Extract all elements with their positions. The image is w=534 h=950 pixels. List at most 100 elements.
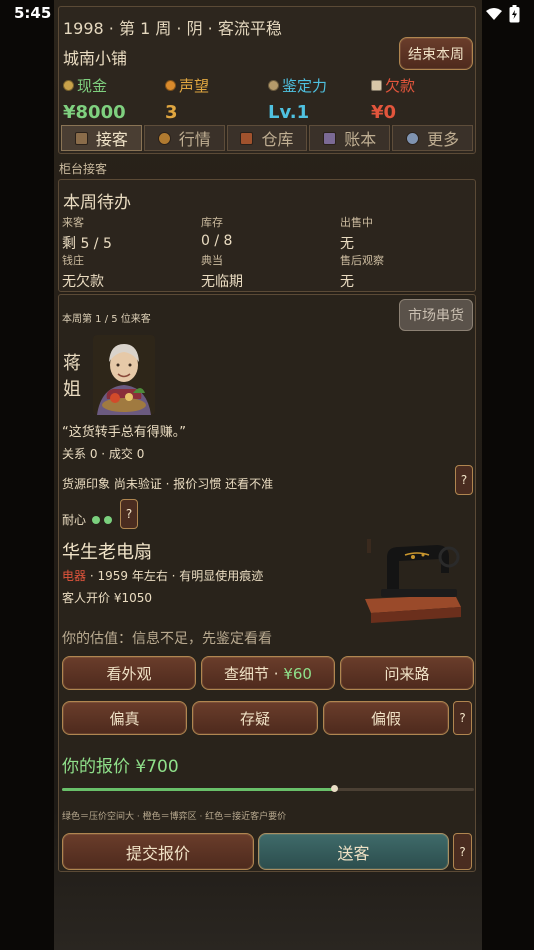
market-icon [157, 131, 171, 145]
item-description: 电器 · 1959 年左右 · 有明显使用痕迹 [62, 567, 263, 584]
send-off-button[interactable]: 送客 [258, 833, 449, 870]
item-image [357, 533, 467, 625]
todo-visitors-key: 来客 [62, 216, 84, 229]
slider-legend: 绿色＝压价空间大 · 橙色＝博弈区 · 红色＝接近客户要价 [62, 812, 287, 822]
offer-slider-fill [62, 788, 334, 791]
shop-name: 城南小铺 [63, 49, 128, 68]
reputation-icon [165, 80, 176, 91]
coin-icon [63, 80, 74, 91]
stat-debt-label: 欠款 [385, 77, 416, 95]
bottom-actions: 提交报价 送客 ? [62, 833, 474, 871]
patience-dots [92, 515, 113, 524]
patience-label: 耐心 [62, 513, 87, 527]
judgement-actions: 偏真 存疑 偏假 ? [62, 701, 474, 735]
todo-inventory: 库存 0 / 8 [201, 214, 232, 249]
todo-selling: 出售中 无 [340, 214, 373, 253]
weekly-todo-panel: 本周待办 来客 剩 5 / 5 库存 0 / 8 出售中 无 钱庄 无欠款 典当… [58, 179, 476, 292]
inspect-details-label: 查细节 · ¥60 [224, 664, 312, 683]
todo-aftersale-key: 售后观察 [340, 254, 384, 267]
ask-provenance-button[interactable]: 问来路 [340, 656, 474, 690]
tab-ledger[interactable]: 账本 [309, 125, 391, 151]
item-name: 华生老电扇 [62, 542, 152, 563]
judge-doubtful-button[interactable]: 存疑 [192, 701, 318, 735]
tab-market-label: 行情 [178, 130, 211, 149]
visitor-counter: 本周第 1 / 5 位来客 [62, 314, 151, 325]
todo-bank: 钱庄 无欠款 [62, 252, 104, 291]
ledger-book-icon [323, 131, 337, 145]
tab-warehouse-label: 仓库 [261, 130, 294, 149]
inspect-details-button[interactable]: 查细节 · ¥60 [201, 656, 335, 690]
todo-title: 本周待办 [63, 193, 131, 213]
status-time: 5:45 [14, 4, 52, 22]
stat-debt-value: ¥0 [371, 102, 397, 123]
todo-bank-value: 无欠款 [62, 274, 104, 290]
impression-info: 货源印象 尚未验证 · 报价习惯 还看不准 [62, 477, 274, 491]
tab-market[interactable]: 行情 [143, 125, 225, 151]
stat-appraisal-label: 鉴定力 [282, 77, 328, 95]
main-tabs: 接客 行情 仓库 账本 更多 [61, 125, 473, 151]
stat-reputation-label: 声望 [179, 77, 210, 95]
todo-visitors-value: 剩 5 / 5 [62, 236, 112, 252]
status-icons [485, 5, 520, 23]
customer-portrait [93, 335, 155, 415]
patience-help-button[interactable]: ? [120, 499, 138, 529]
customer-name: 蒋姐 [63, 353, 81, 400]
bottom-help-button[interactable]: ? [453, 833, 472, 870]
inspect-actions: 看外观 查细节 · ¥60 问来路 [62, 656, 474, 690]
market-trade-button[interactable]: 市场串货 [399, 299, 473, 331]
tab-warehouse[interactable]: 仓库 [226, 125, 308, 151]
patience-meter: 耐心 [62, 511, 113, 528]
header-panel: 1998 · 第 1 周 · 阴 · 客流平稳 城南小铺 结束本周 现金 ¥80… [58, 6, 476, 154]
item-category: 电器 [62, 569, 87, 583]
clerk-icon [74, 131, 88, 145]
tab-reception-label: 接客 [95, 130, 128, 149]
patience-dot [104, 515, 113, 524]
todo-pawn-value: 无临期 [201, 274, 243, 290]
end-week-button[interactable]: 结束本周 [399, 37, 473, 70]
tab-ledger-label: 账本 [344, 130, 377, 149]
todo-pawn-key: 典当 [201, 254, 223, 267]
todo-bank-key: 钱庄 [62, 254, 84, 267]
stat-debt: 欠款 ¥0 [371, 75, 415, 123]
stat-cash-value: ¥8000 [63, 102, 126, 123]
ledger-icon [371, 80, 382, 91]
customer-quote: “这货转手总有得赚。” [62, 425, 186, 440]
stat-reputation-value: 3 [165, 102, 178, 123]
section-label: 柜台接客 [59, 162, 108, 176]
battery-icon [509, 5, 520, 23]
stat-appraisal: 鉴定力 Lv.1 [268, 75, 327, 123]
week-info: 1998 · 第 1 周 · 阴 · 客流平稳 [63, 19, 282, 38]
stat-cash-label: 现金 [77, 77, 108, 95]
todo-pawn: 典当 无临期 [201, 252, 243, 291]
stat-cash: 现金 ¥8000 [63, 75, 126, 123]
judgement-help-button[interactable]: ? [453, 701, 472, 735]
warehouse-icon [240, 131, 254, 145]
todo-inventory-value: 0 / 8 [201, 233, 233, 249]
tab-more[interactable]: 更多 [392, 125, 473, 151]
judge-fake-button[interactable]: 偏假 [323, 701, 449, 735]
tab-reception[interactable]: 接客 [61, 125, 142, 151]
inspect-appearance-button[interactable]: 看外观 [62, 656, 196, 690]
wifi-icon [486, 8, 502, 20]
your-estimate: 你的估值：信息不足，先鉴定看看 [62, 631, 272, 647]
todo-inventory-key: 库存 [201, 216, 223, 229]
inspect-cost: ¥60 [283, 664, 312, 683]
customer-asking-price: 客人开价 ¥1050 [62, 591, 152, 605]
gear-icon [268, 80, 279, 91]
settings-gear-icon [406, 131, 420, 145]
offer-slider[interactable] [62, 785, 474, 792]
todo-visitors: 来客 剩 5 / 5 [62, 214, 112, 253]
your-offer: 你的报价 ¥700 [62, 757, 179, 777]
todo-selling-key: 出售中 [340, 216, 373, 229]
todo-selling-value: 无 [340, 236, 354, 252]
offer-slider-knob[interactable] [330, 785, 338, 792]
customer-panel: 本周第 1 / 5 位来客 市场串货 蒋姐 “这货转手总有得赚。” 关系 0 ·… [58, 294, 476, 872]
todo-aftersale: 售后观察 无 [340, 252, 384, 291]
patience-dot [92, 515, 101, 524]
stat-appraisal-value: Lv.1 [268, 102, 310, 123]
item-details: · 1959 年左右 · 有明显使用痕迹 [86, 569, 264, 583]
submit-offer-button[interactable]: 提交报价 [62, 833, 254, 870]
impression-help-button[interactable]: ? [455, 465, 473, 495]
tab-more-label: 更多 [427, 130, 460, 149]
judge-genuine-button[interactable]: 偏真 [62, 701, 187, 735]
